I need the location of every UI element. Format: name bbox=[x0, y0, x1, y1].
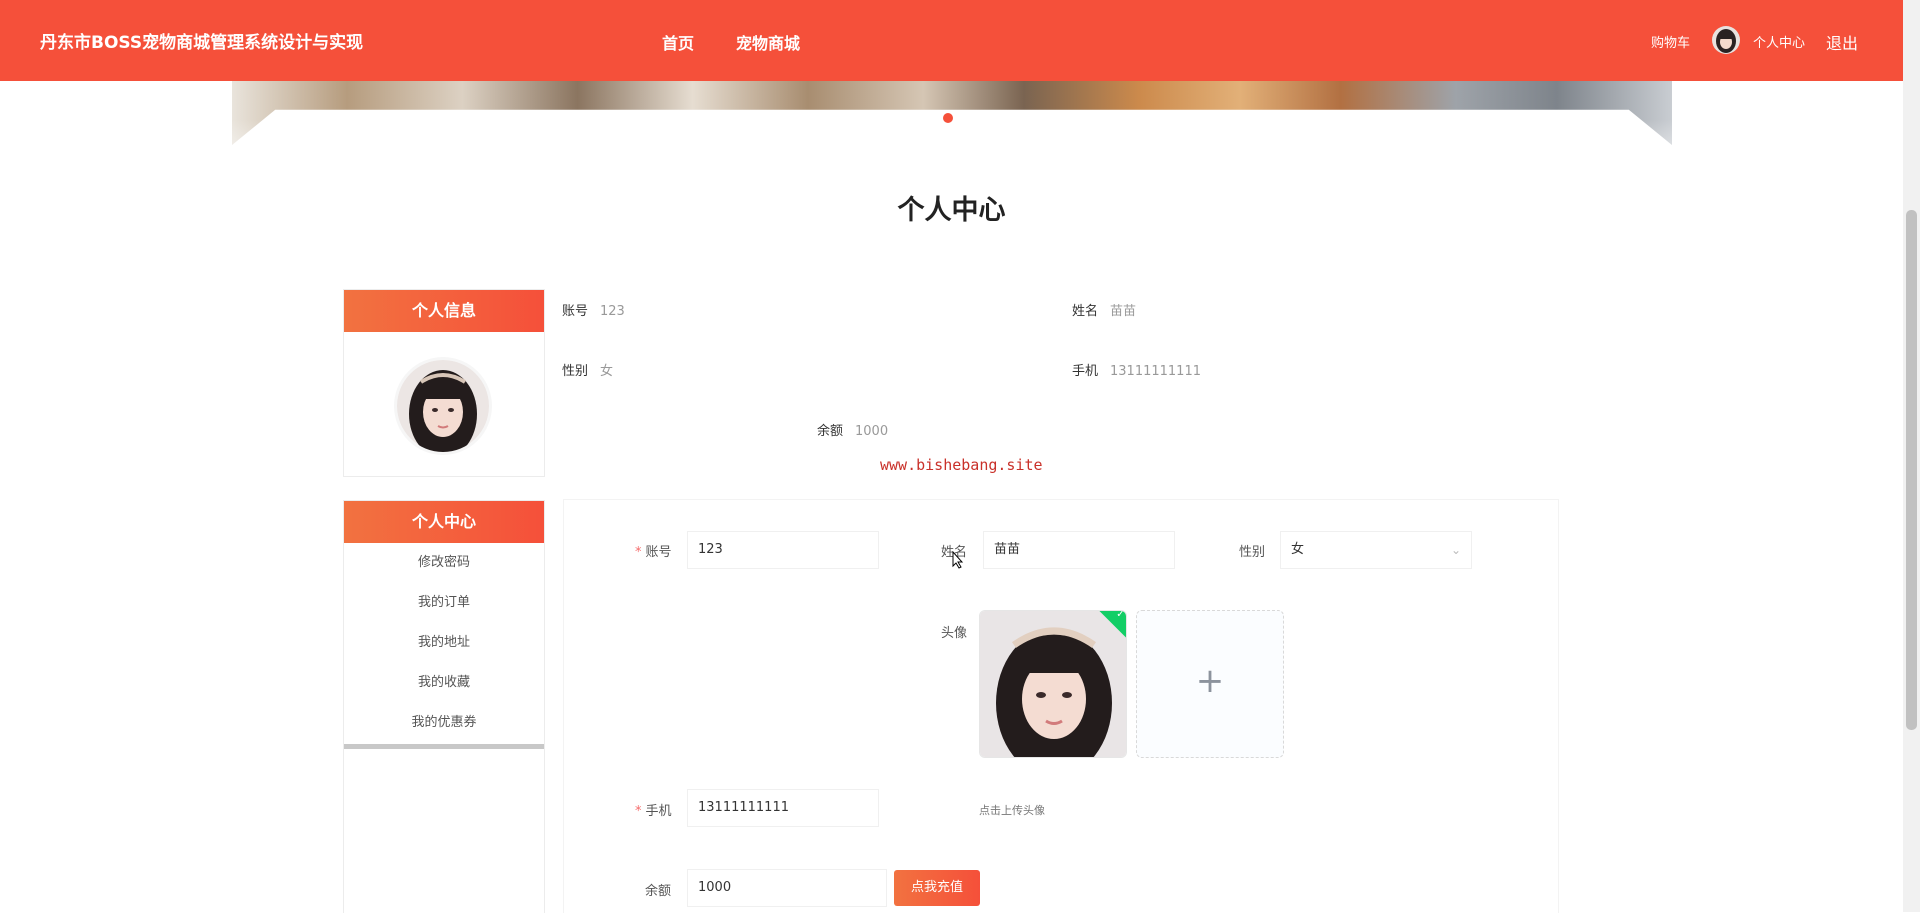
check-icon: ✓ bbox=[1116, 610, 1125, 620]
menu-item-my-orders[interactable]: 我的订单 bbox=[344, 583, 544, 623]
logout-link[interactable]: 退出 bbox=[1826, 30, 1858, 54]
menu-item-my-address[interactable]: 我的地址 bbox=[344, 623, 544, 663]
nav-pet-mall-link[interactable]: 宠物商城 bbox=[736, 30, 800, 54]
menu-item-my-coupons[interactable]: 我的优惠券 bbox=[344, 703, 544, 743]
page-title: 个人中心 bbox=[897, 195, 1006, 226]
balance-input[interactable]: 1000 bbox=[687, 869, 887, 907]
required-mark: * bbox=[635, 804, 642, 819]
personal-center-link[interactable]: 个人中心 bbox=[1753, 32, 1805, 51]
personal-info-card: 个人信息 bbox=[343, 289, 545, 477]
upload-tip: 点击上传头像 bbox=[979, 804, 1045, 817]
info-account: 账号 123 bbox=[562, 300, 625, 319]
user-avatar[interactable] bbox=[1712, 26, 1740, 54]
recharge-button[interactable]: 点我充值 bbox=[894, 870, 980, 906]
form-account-label: * 账号 bbox=[635, 541, 672, 560]
personal-info-header: 个人信息 bbox=[344, 290, 544, 332]
info-balance-value: 1000 bbox=[855, 424, 889, 439]
top-navbar: 丹东市BOSS宠物商城管理系统设计与实现 首页 宠物商城 购物车 个人中心 退出 bbox=[0, 0, 1903, 81]
personal-center-menu: 个人中心 修改密码 我的订单 我的地址 我的收藏 我的优惠券 bbox=[343, 500, 545, 913]
account-input[interactable]: 123 bbox=[687, 531, 879, 569]
form-balance-label: 余额 bbox=[645, 884, 672, 899]
form-account-label-text: 账号 bbox=[645, 545, 672, 560]
plus-icon: + bbox=[1195, 661, 1225, 701]
info-account-label: 账号 bbox=[562, 304, 589, 319]
menu-item-change-password[interactable]: 修改密码 bbox=[344, 543, 544, 583]
info-gender-value: 女 bbox=[600, 364, 614, 379]
info-gender: 性别女 bbox=[562, 360, 613, 379]
form-phone-label-text: 手机 bbox=[645, 804, 672, 819]
info-name-value: 苗苗 bbox=[1110, 304, 1137, 319]
uploaded-avatar-image[interactable]: ✓ bbox=[979, 610, 1127, 758]
carousel-dot[interactable] bbox=[961, 113, 971, 123]
info-account-value: 123 bbox=[600, 304, 625, 319]
info-phone-label: 手机 bbox=[1072, 364, 1099, 379]
menu-divider bbox=[344, 744, 544, 749]
carousel-dot-active[interactable] bbox=[943, 113, 953, 123]
mouse-cursor-icon bbox=[952, 551, 964, 569]
cart-link[interactable]: 购物车 bbox=[1651, 32, 1690, 51]
profile-avatar bbox=[397, 360, 489, 452]
site-title: 丹东市BOSS宠物商城管理系统设计与实现 bbox=[40, 33, 364, 53]
form-gender-label: 性别 bbox=[1239, 545, 1266, 560]
info-phone: 手机 13111111111 bbox=[1072, 360, 1201, 379]
watermark-url: www.bishebang.site bbox=[880, 456, 1043, 474]
info-name: 姓名 苗苗 bbox=[1072, 300, 1136, 319]
form-avatar-label: 头像 bbox=[941, 626, 968, 641]
name-input[interactable]: 苗苗 bbox=[983, 531, 1175, 569]
info-gender-label: 性别 bbox=[562, 364, 589, 379]
gender-select-value: 女 bbox=[1291, 542, 1305, 557]
phone-input[interactable]: 13111111111 bbox=[687, 789, 879, 827]
info-name-label: 姓名 bbox=[1072, 304, 1099, 319]
info-balance: 余额 1000 bbox=[817, 420, 888, 439]
menu-item-my-favorites[interactable]: 我的收藏 bbox=[344, 663, 544, 703]
info-balance-label: 余额 bbox=[817, 424, 844, 439]
avatar-upload-button[interactable]: + bbox=[1136, 610, 1284, 758]
nav-home-link[interactable]: 首页 bbox=[662, 30, 694, 54]
scrollbar-thumb[interactable] bbox=[1906, 210, 1917, 730]
required-mark: * bbox=[635, 545, 642, 560]
carousel-indicators bbox=[925, 113, 971, 123]
form-phone-label: * 手机 bbox=[635, 800, 672, 819]
info-phone-value: 13111111111 bbox=[1110, 364, 1201, 379]
chevron-down-icon: ⌄ bbox=[1450, 543, 1461, 557]
menu-header: 个人中心 bbox=[344, 501, 544, 543]
carousel-dot[interactable] bbox=[925, 113, 935, 123]
gender-select[interactable]: 女 ⌄ bbox=[1280, 531, 1472, 569]
